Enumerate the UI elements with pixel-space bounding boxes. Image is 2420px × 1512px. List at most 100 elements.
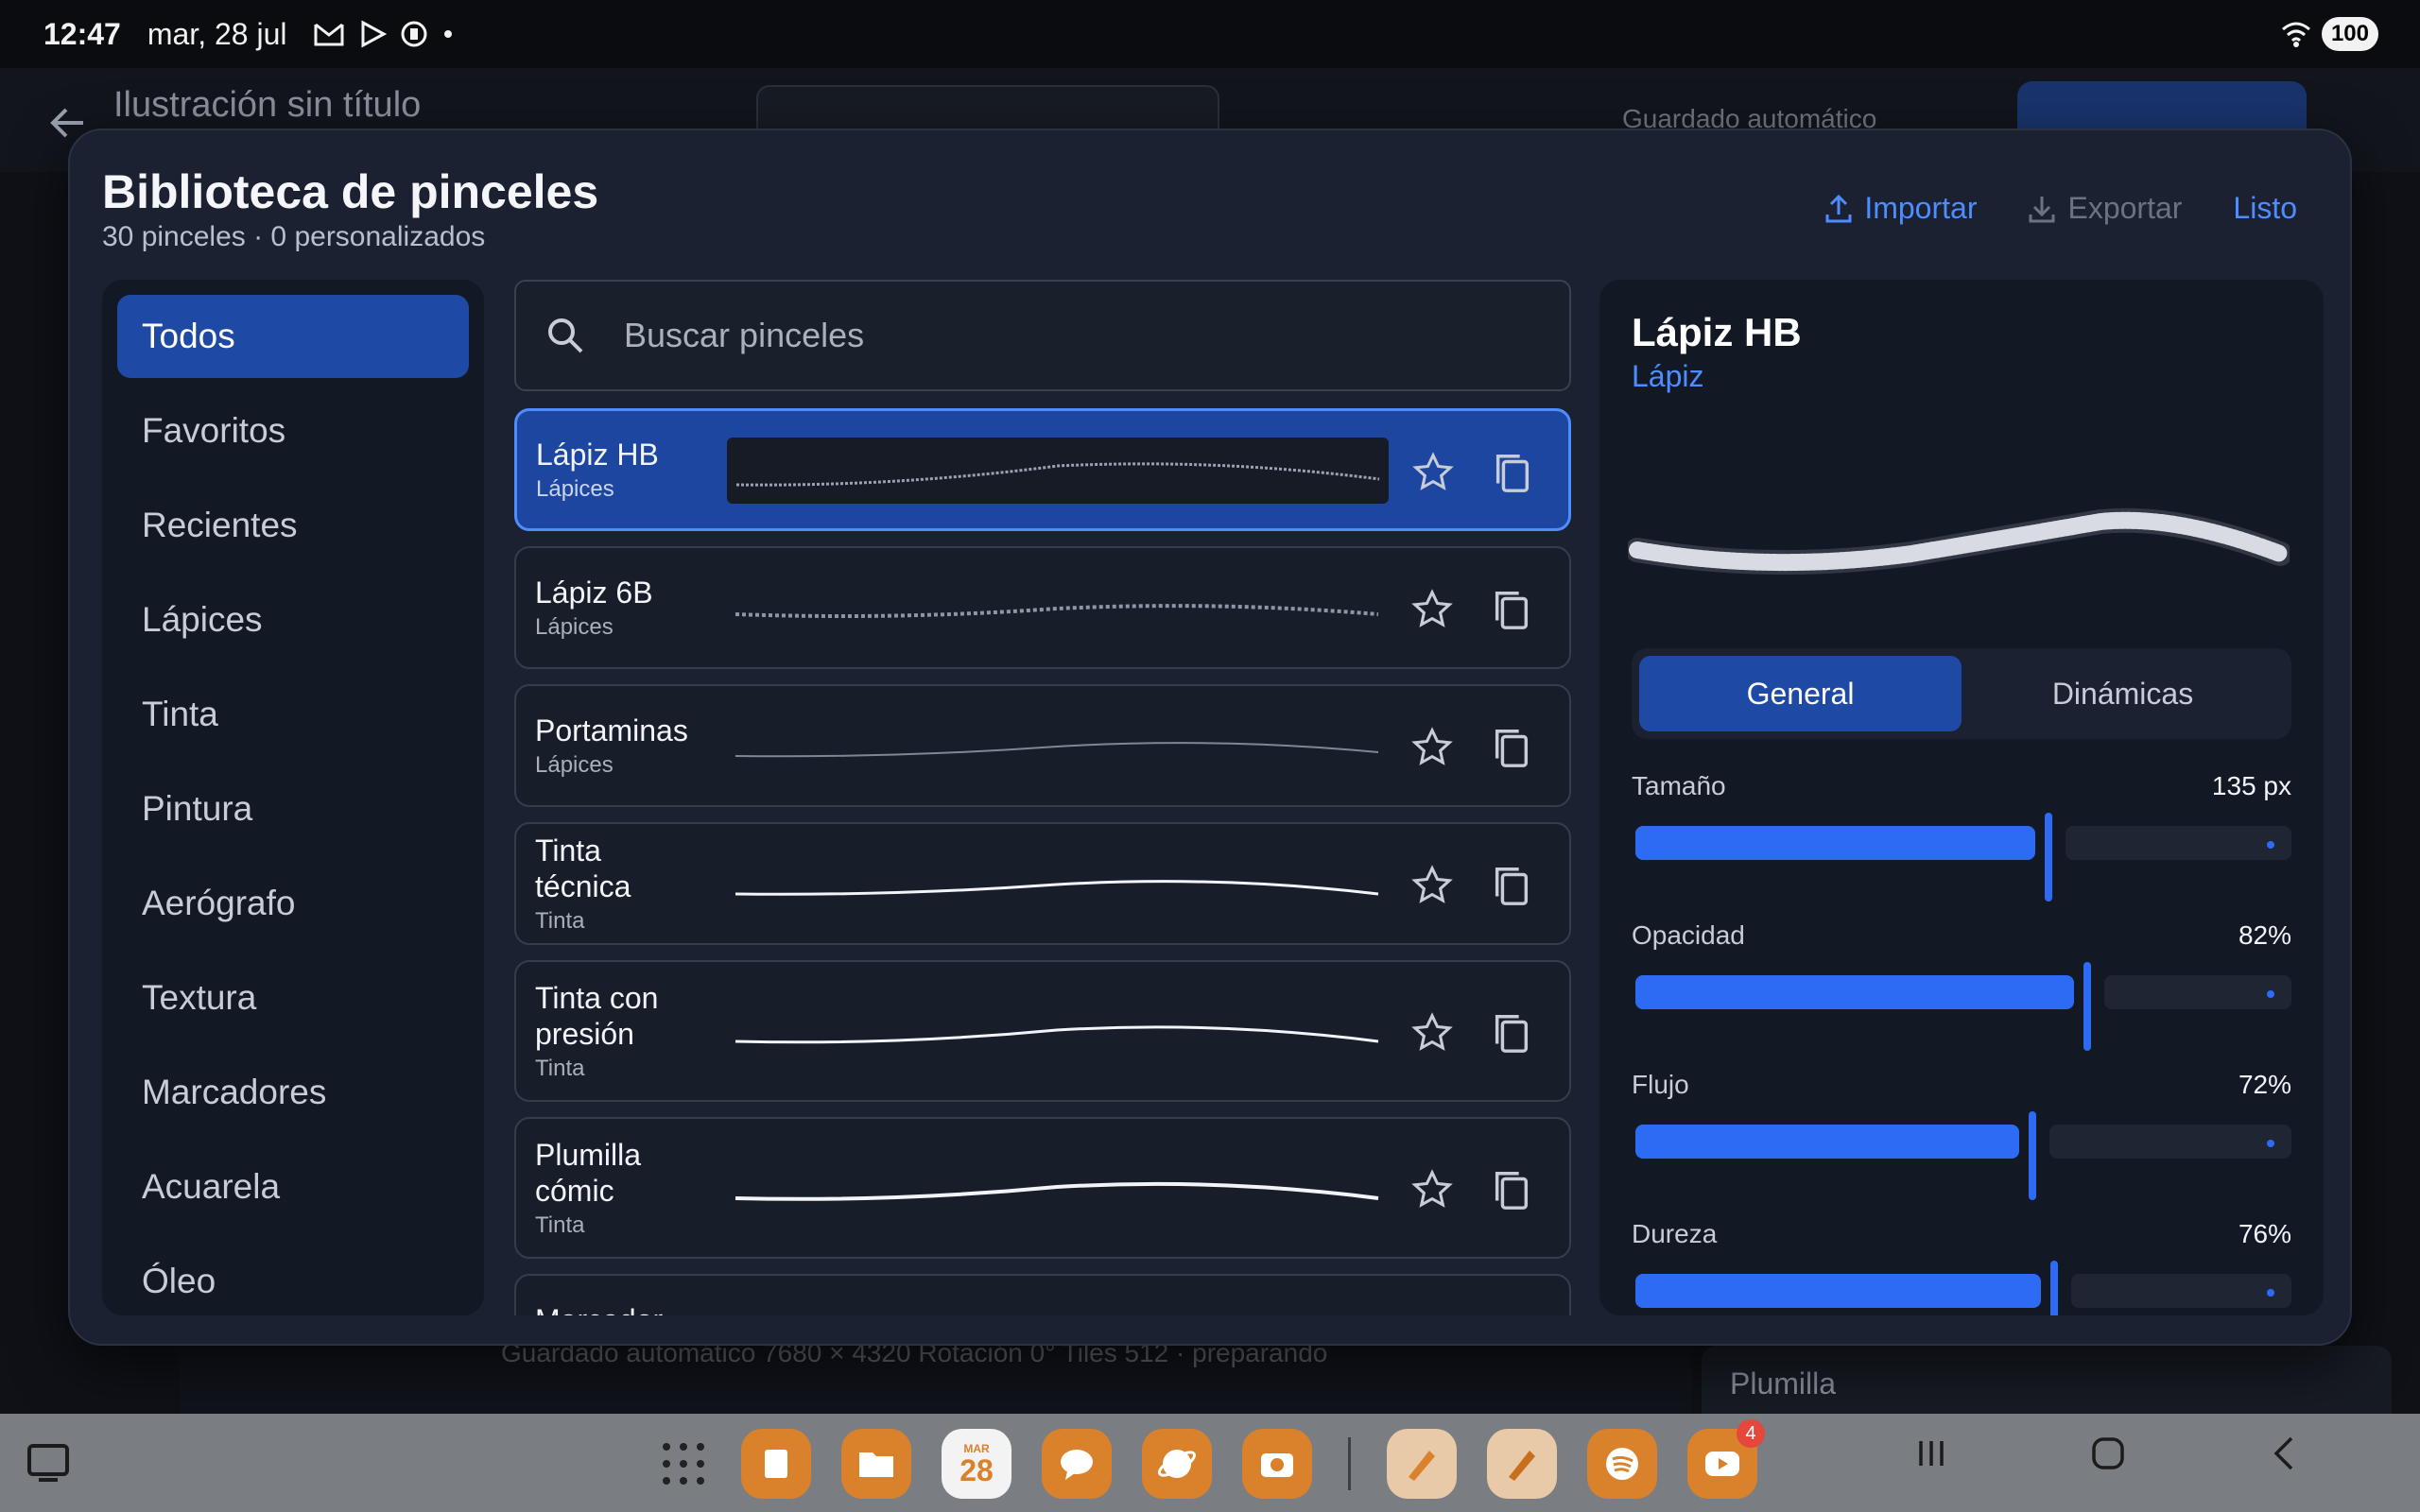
recents-icon[interactable]	[1915, 1437, 1947, 1469]
param-value: 82%	[2238, 920, 2291, 950]
slider-end-dot	[2267, 1140, 2274, 1147]
category-textura[interactable]: Textura	[117, 956, 469, 1040]
brush-info: Lápiz HB Lápices	[517, 437, 706, 503]
duplicate-icon[interactable]	[1484, 1162, 1539, 1217]
search-icon	[548, 318, 583, 353]
favorite-star-icon[interactable]	[1405, 720, 1460, 775]
recent-apps-panel-icon[interactable]	[25, 1438, 72, 1486]
brush-info: Lápiz 6B Lápices	[516, 575, 705, 641]
slider-thumb[interactable]	[2050, 1261, 2058, 1315]
flow-slider[interactable]	[1632, 1111, 2291, 1200]
favorite-star-icon[interactable]	[1405, 1005, 1460, 1060]
slider-end-dot	[2267, 990, 2274, 998]
category-marcadores[interactable]: Marcadores	[117, 1051, 469, 1134]
brush-row[interactable]: Plumilla cómic Tinta	[514, 1117, 1571, 1259]
brush-stroke-preview	[726, 852, 1388, 919]
dialog-subtitle: 30 pinceles · 0 personalizados	[102, 221, 486, 252]
app-drawer-icon[interactable]	[656, 1436, 711, 1491]
duplicate-icon[interactable]	[1484, 858, 1539, 913]
done-label: Listo	[2233, 191, 2297, 225]
duplicate-icon[interactable]	[1484, 582, 1539, 637]
brush-name: Portaminas	[535, 713, 688, 747]
slider-track-rest	[2104, 975, 2291, 1009]
favorite-star-icon[interactable]	[1406, 445, 1461, 500]
brush-row[interactable]: Lápiz HB Lápices	[514, 408, 1571, 531]
param-value: 72%	[2238, 1070, 2291, 1099]
home-icon[interactable]	[2089, 1435, 2127, 1472]
camera-app-icon[interactable]	[1242, 1429, 1312, 1499]
back-icon[interactable]	[2269, 1435, 2297, 1472]
brush-info: Tinta técnica Tinta	[516, 833, 705, 935]
status-time: 12:47	[43, 16, 121, 51]
export-button[interactable]: Exportar	[2028, 191, 2182, 226]
category-favoritos[interactable]: Favoritos	[117, 389, 469, 472]
tab-dinamicas[interactable]: Dinámicas	[1962, 656, 2284, 731]
spotify-app-icon[interactable]	[1587, 1429, 1657, 1499]
status-bar: 12:47 mar, 28 jul 100	[0, 0, 2420, 68]
brush-info: Portaminas Lápices	[516, 713, 705, 779]
slider-fill	[1635, 1125, 2019, 1159]
favorite-star-icon[interactable]	[1405, 858, 1460, 913]
category-acuarela[interactable]: Acuarela	[117, 1145, 469, 1228]
status-date: mar, 28 jul	[147, 16, 287, 51]
battery-level: 100	[2321, 17, 2378, 51]
slider-thumb[interactable]	[2083, 962, 2091, 1051]
favorite-star-icon[interactable]	[1405, 1162, 1460, 1217]
duplicate-icon[interactable]	[1485, 445, 1540, 500]
opacity-slider[interactable]	[1632, 962, 2291, 1051]
size-slider[interactable]	[1632, 813, 2291, 902]
param-label: Opacidad	[1632, 920, 1745, 950]
drawing-app-icon[interactable]	[1387, 1429, 1457, 1499]
system-nav-bar: MAR 28 4	[0, 1414, 2420, 1512]
brush-name: Tinta con presión	[535, 981, 659, 1051]
duplicate-icon[interactable]	[1484, 1005, 1539, 1060]
browser-app-icon[interactable]	[1142, 1429, 1212, 1499]
drawing-app-icon-2[interactable]	[1487, 1429, 1557, 1499]
category-tinta[interactable]: Tinta	[117, 673, 469, 756]
done-button[interactable]: Listo	[2233, 191, 2297, 226]
youtube-app-icon[interactable]: 4	[1687, 1419, 1765, 1499]
files-app-icon[interactable]	[841, 1429, 911, 1499]
calendar-app-icon[interactable]: MAR 28	[942, 1429, 1011, 1499]
notes-app-icon[interactable]	[741, 1429, 811, 1499]
category-recientes[interactable]: Recientes	[117, 484, 469, 567]
slider-track-rest	[2071, 1274, 2291, 1308]
slider-track-rest	[2049, 1125, 2291, 1159]
brush-stroke-preview	[726, 714, 1388, 781]
brush-category: Tinta	[535, 1212, 585, 1238]
upload-icon	[1825, 194, 1852, 222]
brush-row[interactable]: Tinta con presión Tinta	[514, 960, 1571, 1102]
brush-row[interactable]: Lápiz 6B Lápices	[514, 546, 1571, 669]
slider-thumb[interactable]	[2029, 1111, 2036, 1200]
brush-row[interactable]: Tinta técnica Tinta	[514, 822, 1571, 945]
brush-row[interactable]: Portaminas Lápices	[514, 684, 1571, 807]
tab-general[interactable]: General	[1639, 656, 1962, 731]
brush-row[interactable]: Marcador	[514, 1274, 1571, 1315]
messages-app-icon[interactable]	[1042, 1429, 1112, 1499]
category-aerografo[interactable]: Aerógrafo	[117, 862, 469, 945]
brush-stroke-preview	[726, 1000, 1388, 1066]
brush-list: Lápiz HB Lápices Lápiz 6B Lápices Portam…	[514, 408, 1571, 1315]
gmail-icon	[314, 23, 344, 46]
favorite-star-icon[interactable]	[1405, 582, 1460, 637]
param-size: Tamaño 135 px	[1632, 771, 2291, 903]
import-button[interactable]: Importar	[1824, 191, 1977, 226]
brush-name: Tinta técnica	[535, 833, 631, 903]
category-pintura[interactable]: Pintura	[117, 767, 469, 850]
category-todos[interactable]: Todos	[117, 295, 469, 378]
param-label: Tamaño	[1632, 771, 1726, 800]
brush-category: Lápices	[535, 614, 614, 640]
brush-name: Lápiz 6B	[535, 576, 653, 610]
export-label: Exportar	[2067, 191, 2183, 225]
brush-name: Marcador	[535, 1302, 705, 1315]
brush-detail-panel: Lápiz HB Lápiz General Dinámicas Tamaño …	[1599, 280, 2324, 1315]
brush-name: Lápiz HB	[536, 438, 659, 472]
hardness-slider[interactable]	[1632, 1261, 2291, 1315]
category-lapices[interactable]: Lápices	[117, 578, 469, 662]
duplicate-icon[interactable]	[1484, 720, 1539, 775]
background-brush-name: Plumilla	[1730, 1366, 1837, 1400]
search-input[interactable]	[624, 316, 1541, 355]
category-oleo[interactable]: Óleo	[117, 1240, 469, 1315]
slider-thumb[interactable]	[2045, 813, 2052, 902]
brush-name: Plumilla cómic	[535, 1138, 642, 1208]
